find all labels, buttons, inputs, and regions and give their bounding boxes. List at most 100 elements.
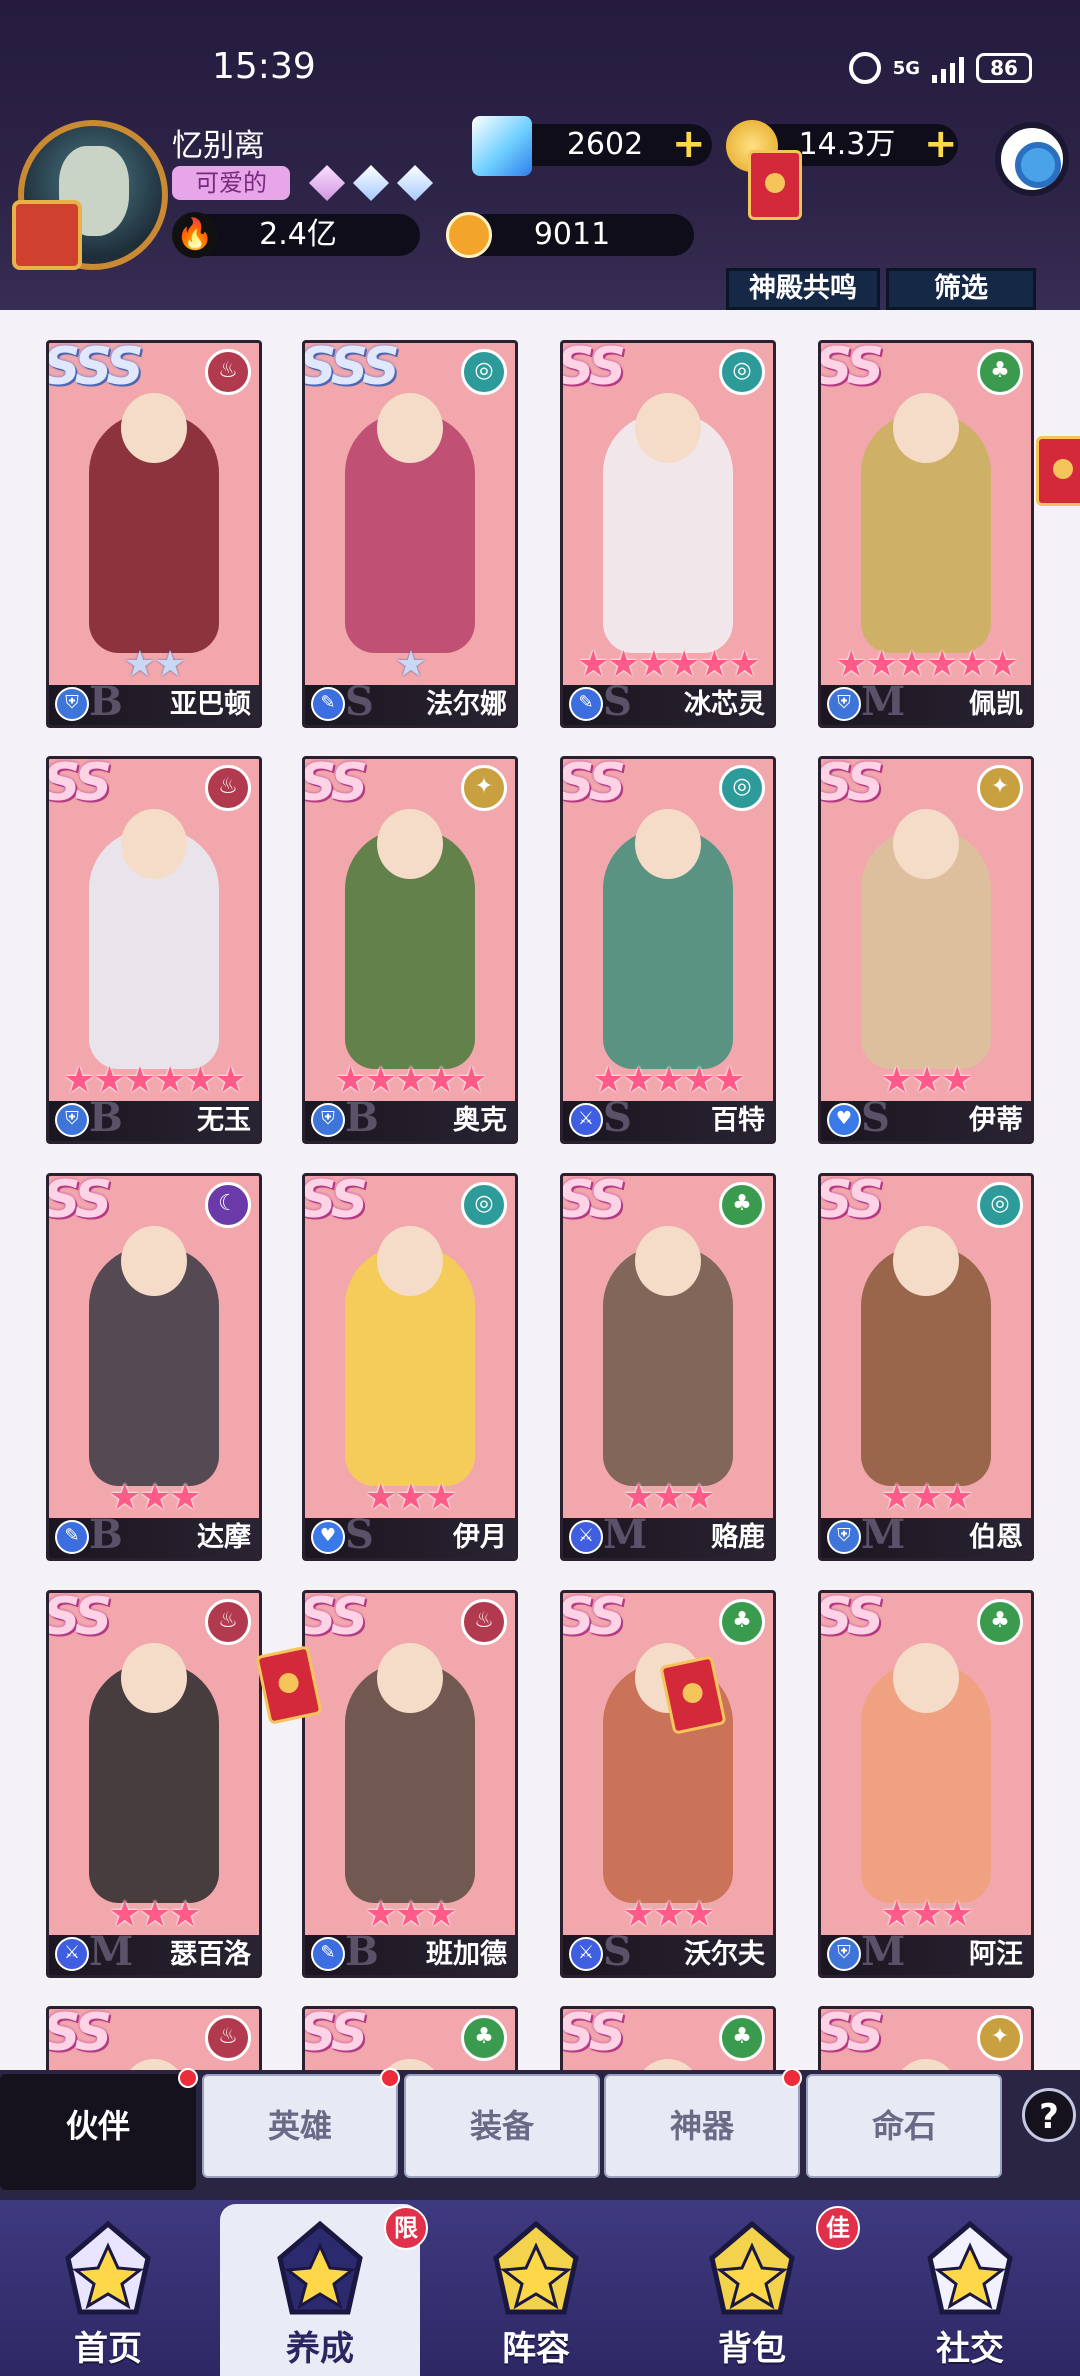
- red-envelope-icon[interactable]: [748, 150, 802, 220]
- grade-letter: B: [345, 1928, 379, 1975]
- partner-card[interactable]: SS ♣ ★★★ ⛨ M 阿汪: [818, 1590, 1034, 1978]
- rarity-rank: SS: [818, 1173, 884, 1230]
- star-training-icon: [270, 2218, 370, 2318]
- partner-card[interactable]: SS ♣ ★★★ ⚔ S 沃尔夫: [560, 1590, 776, 1978]
- name-bar: ✎ S 冰芯灵: [563, 678, 773, 725]
- fire-element-icon: ♨: [205, 349, 251, 395]
- nav-lineup-shield[interactable]: 阵容: [436, 2204, 636, 2376]
- add-diamond-button[interactable]: +: [672, 124, 706, 164]
- red-envelope-icon[interactable]: [1036, 436, 1080, 506]
- star-rating: ★★★: [108, 1894, 202, 1935]
- wind-element-icon: ◎: [977, 1182, 1023, 1228]
- rarity-rank: SS: [560, 1590, 626, 1647]
- subtab-label: 神器: [669, 2107, 734, 2145]
- grade-letter: M: [861, 678, 906, 725]
- nav-label: 养成: [286, 2329, 354, 2369]
- character-name: 沃尔夫: [684, 1939, 765, 1970]
- name-bar: ✎ S 法尔娜: [305, 678, 515, 725]
- add-gold-button[interactable]: +: [924, 124, 958, 164]
- shield-role-icon: ⛨: [827, 687, 861, 721]
- network-label: 5G: [892, 57, 920, 79]
- partner-card[interactable]: SS ♨ ★★★ ✎ B 班加德: [302, 1590, 518, 1978]
- rarity-rank: SS: [560, 2006, 626, 2063]
- name-bar: ⚔ M 瑟百洛: [49, 1928, 259, 1975]
- subtab-3[interactable]: 神器: [604, 2074, 800, 2178]
- nature-element-icon: ♣: [461, 2015, 507, 2061]
- fire-element-icon: ♨: [205, 1599, 251, 1645]
- light-element-icon: ✦: [977, 2015, 1023, 2061]
- signal-icon: [932, 53, 964, 83]
- grade-letter: B: [89, 1094, 123, 1141]
- rarity-rank: SS: [46, 756, 112, 813]
- star-rating: ★★: [123, 644, 187, 685]
- grade-letter: M: [861, 1928, 906, 1975]
- partner-card[interactable]: SS ◎ ★★★★★ ⚔ S 百特: [560, 756, 776, 1144]
- grade-letter: S: [345, 678, 374, 725]
- shield-role-icon: ⛨: [827, 1937, 861, 1971]
- partner-card[interactable]: SS ♣ ★★★★★★ ⛨ M 佩凯: [818, 340, 1034, 728]
- character-name: 伊蒂: [969, 1105, 1023, 1136]
- partner-card[interactable]: SS ♨ ★★★★★★ ⛨ B 无玉: [46, 756, 262, 1144]
- name-bar: ♥ S 伊蒂: [821, 1094, 1031, 1141]
- partner-card[interactable]: SSS ◎ ★ ✎ S 法尔娜: [302, 340, 518, 728]
- star-rating: ★★★: [364, 1477, 458, 1518]
- partner-card[interactable]: SS ✦ ★★★ ♥ S 伊蒂: [818, 756, 1034, 1144]
- subtab-4[interactable]: 命石: [806, 2074, 1002, 2178]
- fire-element-icon: ♨: [205, 2015, 251, 2061]
- partner-card[interactable]: SSS ♨ ★★ ⛨ B 亚巴顿: [46, 340, 262, 728]
- light-element-icon: ✦: [977, 765, 1023, 811]
- character-name: 冰芯灵: [684, 689, 765, 720]
- grade-letter: S: [603, 1094, 632, 1141]
- rarity-rank: SS: [818, 2006, 884, 2063]
- partner-card[interactable]: SS ◎ ★★★ ♥ S 伊月: [302, 1173, 518, 1561]
- character-name: 亚巴顿: [170, 689, 251, 720]
- star-rating: ★★★★★★: [835, 644, 1019, 685]
- partner-card[interactable]: SS ◎ ★★★★★★ ✎ S 冰芯灵: [560, 340, 776, 728]
- rarity-rank: SS: [302, 1173, 368, 1230]
- nav-home-castle[interactable]: 首页: [8, 2204, 208, 2376]
- partner-card[interactable]: SS ♣: [560, 2006, 776, 2070]
- character-name: 奥克: [453, 1105, 507, 1136]
- player-title-tag[interactable]: 可爱的: [172, 166, 290, 200]
- fire-element-icon: ♨: [205, 765, 251, 811]
- rarity-rank: SS: [46, 2006, 112, 2063]
- help-icon[interactable]: ?: [1022, 2088, 1076, 2142]
- partner-card[interactable]: SS ✦: [818, 2006, 1034, 2070]
- filter-button[interactable]: 筛选: [886, 268, 1036, 310]
- partner-card[interactable]: SS ♣ ★★★ ⚔ M 赂鹿: [560, 1173, 776, 1561]
- star-rating: ★★★: [880, 1477, 974, 1518]
- name-bar: ⛨ B 亚巴顿: [49, 678, 259, 725]
- partner-card[interactable]: SS ◎ ★★★ ⛨ M 伯恩: [818, 1173, 1034, 1561]
- character-name: 无玉: [197, 1105, 251, 1136]
- rarity-rank: SS: [302, 756, 368, 813]
- partner-card[interactable]: SS ♨ ★★★ ⚔ M 瑟百洛: [46, 1590, 262, 1978]
- alarm-icon: [848, 52, 881, 84]
- nature-element-icon: ♣: [719, 1182, 765, 1228]
- name-bar: ⚔ S 沃尔夫: [563, 1928, 773, 1975]
- name-bar: ⛨ M 阿汪: [821, 1928, 1031, 1975]
- star-rating: ★★★★★: [592, 1060, 745, 1101]
- gem-rank-icons: [308, 164, 434, 202]
- partner-card[interactable]: SS ♨: [46, 2006, 262, 2070]
- grade-letter: S: [603, 1928, 632, 1975]
- rarity-rank: SS: [560, 340, 626, 397]
- resonance-button[interactable]: 神殿共鸣: [726, 268, 880, 310]
- settings-gear-icon[interactable]: [995, 122, 1069, 196]
- subtab-2[interactable]: 装备: [404, 2074, 600, 2178]
- subtab-1[interactable]: 英雄: [202, 2074, 398, 2178]
- partner-card[interactable]: SS ☾ ★★★ ✎ B 达摩: [46, 1173, 262, 1561]
- nature-element-icon: ♣: [719, 1599, 765, 1645]
- nav-social-ghost[interactable]: 社交: [870, 2204, 1070, 2376]
- wind-element-icon: ◎: [461, 349, 507, 395]
- character-name: 阿汪: [969, 1939, 1023, 1970]
- subtab-label: 装备: [469, 2107, 534, 2145]
- character-name: 佩凯: [969, 689, 1023, 720]
- character-name: 赂鹿: [711, 1522, 765, 1553]
- name-bar: ⛨ B 奥克: [305, 1094, 515, 1141]
- grade-letter: B: [89, 1511, 123, 1558]
- subtab-0[interactable]: 伙伴: [0, 2074, 196, 2190]
- partner-card[interactable]: SS ♣: [302, 2006, 518, 2070]
- grade-letter: M: [89, 1928, 134, 1975]
- partner-card[interactable]: SS ✦ ★★★★★ ⛨ B 奥克: [302, 756, 518, 1144]
- character-name: 班加德: [426, 1939, 507, 1970]
